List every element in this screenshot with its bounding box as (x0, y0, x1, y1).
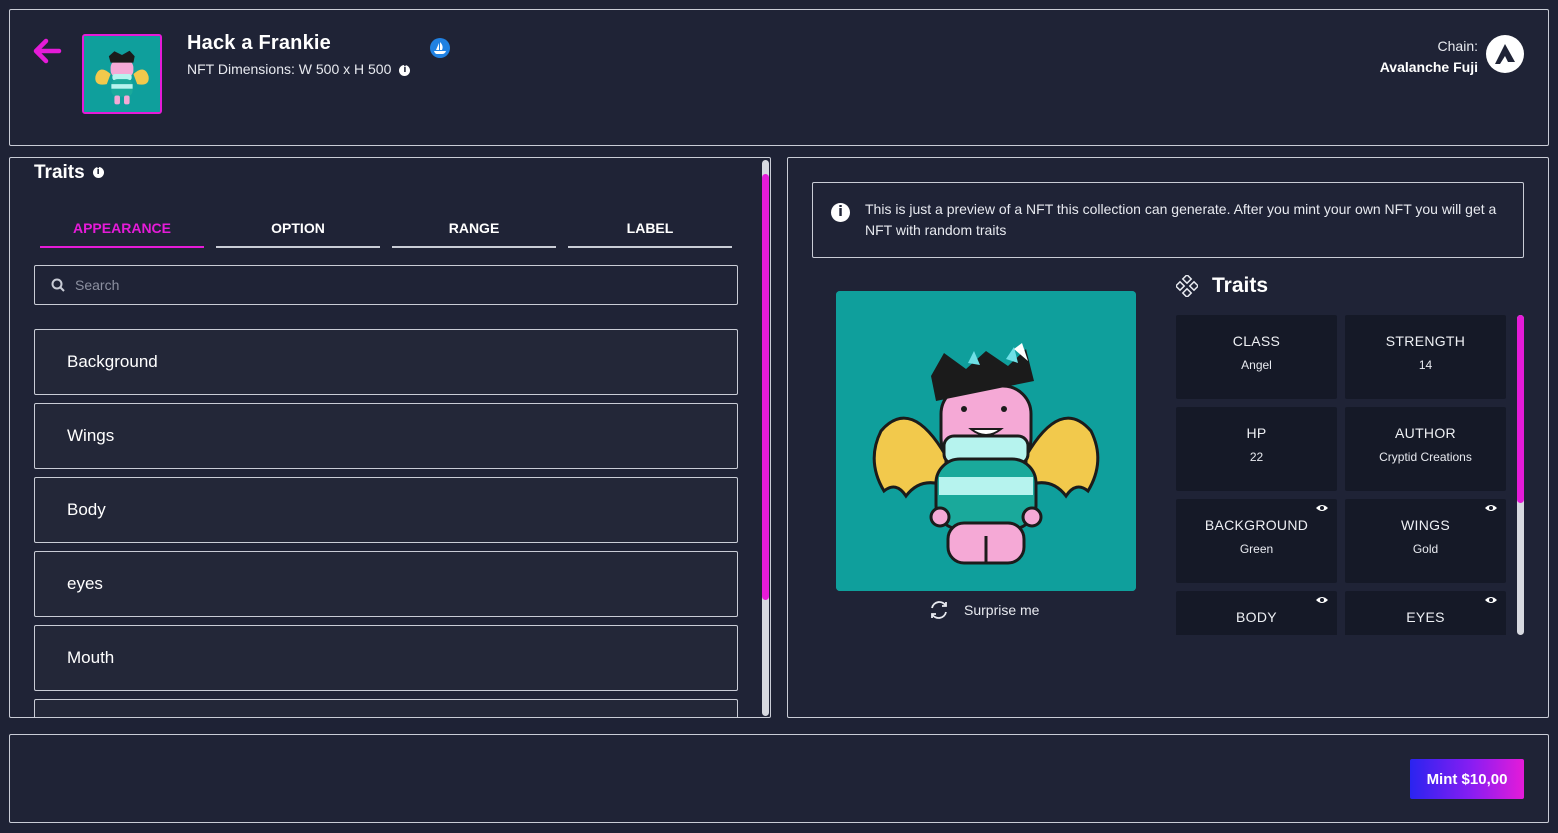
traits-section-title: Traits (1212, 274, 1269, 297)
trait-item-eyes[interactable]: eyes (34, 551, 738, 617)
tab-range[interactable]: RANGE (392, 216, 556, 248)
tab-appearance[interactable]: APPEARANCE (40, 216, 204, 248)
trait-tabs: APPEARANCE OPTION RANGE LABEL (40, 216, 732, 248)
traits-diamond-icon (1176, 275, 1198, 297)
trait-card-body: BODY (1176, 591, 1337, 635)
trait-item-partial[interactable] (34, 699, 738, 717)
opensea-icon[interactable] (430, 38, 450, 58)
trait-card-key: STRENGTH (1385, 333, 1466, 349)
nft-dimensions-text: NFT Dimensions: W 500 x H 500 (187, 61, 392, 77)
preview-notice: i This is just a preview of a NFT this c… (812, 182, 1524, 258)
trait-card-key: HP (1246, 425, 1267, 441)
preview-panel: i This is just a preview of a NFT this c… (787, 157, 1549, 718)
eye-icon[interactable] (1315, 595, 1329, 605)
trait-card-value: Angel (1241, 358, 1272, 372)
trait-card-value: Gold (1412, 542, 1439, 556)
refresh-icon (931, 601, 947, 619)
surprise-me-button[interactable]: Surprise me (928, 599, 1039, 621)
traits-editor-panel: Traitsi APPEARANCE OPTION RANGE LABEL Ba… (9, 157, 771, 718)
trait-card-key: BACKGROUND (1204, 517, 1309, 533)
info-icon[interactable]: i (399, 64, 411, 76)
surprise-me-label: Surprise me (964, 602, 1040, 618)
info-icon: i (831, 203, 850, 222)
scrollbar-thumb[interactable] (762, 174, 769, 600)
mint-button[interactable]: Mint $10,00 (1410, 759, 1524, 799)
nft-dimensions: NFT Dimensions: W 500 x H 500 i (187, 61, 411, 77)
trait-card-hp: HP 22 (1176, 407, 1337, 491)
trait-item-wings[interactable]: Wings (34, 403, 738, 469)
search-icon (51, 278, 65, 292)
eye-icon[interactable] (1484, 503, 1498, 513)
trait-card-key: CLASS (1232, 333, 1281, 349)
nft-preview-image (836, 291, 1136, 591)
trait-card-strength: STRENGTH 14 (1345, 315, 1506, 399)
traits-scrollbar-thumb[interactable] (1517, 315, 1524, 503)
header-panel: Hack a Frankie NFT Dimensions: W 500 x H… (9, 9, 1549, 146)
avalanche-icon (1486, 35, 1524, 73)
collection-title: Hack a Frankie (187, 32, 331, 54)
trait-card-key: WINGS (1401, 517, 1450, 533)
back-arrow-icon[interactable] (32, 36, 62, 66)
chain-label: Chain: (1437, 38, 1478, 54)
trait-card-eyes: EYES (1345, 591, 1506, 635)
trait-card-class: CLASS Angel (1176, 315, 1337, 399)
trait-card-value: Green (1239, 542, 1274, 556)
nft-thumbnail (82, 34, 162, 114)
trait-card-background: BACKGROUND Green (1176, 499, 1337, 583)
trait-card-key: AUTHOR (1395, 425, 1456, 441)
trait-card-value: 22 (1249, 450, 1264, 464)
trait-cards-grid: CLASS Angel STRENGTH 14 HP 22 AUTHOR Cry… (1176, 315, 1506, 635)
trait-card-key: BODY (1236, 609, 1277, 625)
traits-section-heading: Traits (1176, 274, 1268, 298)
tab-label[interactable]: LABEL (568, 216, 732, 248)
trait-item-body[interactable]: Body (34, 477, 738, 543)
trait-card-key: EYES (1406, 609, 1445, 625)
trait-card-wings: WINGS Gold (1345, 499, 1506, 583)
trait-item-mouth[interactable]: Mouth (34, 625, 738, 691)
search-box (34, 265, 738, 305)
traits-heading-text: Traits (34, 162, 85, 183)
search-input[interactable] (73, 276, 677, 294)
eye-icon[interactable] (1484, 595, 1498, 605)
trait-card-author: AUTHOR Cryptid Creations (1345, 407, 1506, 491)
trait-card-value: 14 (1418, 358, 1433, 372)
trait-card-value: Cryptid Creations (1379, 450, 1472, 464)
notice-text: This is just a preview of a NFT this col… (865, 201, 1497, 238)
trait-item-background[interactable]: Background (34, 329, 738, 395)
eye-icon[interactable] (1315, 503, 1329, 513)
trait-list: Background Wings Body eyes Mouth (34, 329, 738, 717)
tab-option[interactable]: OPTION (216, 216, 380, 248)
traits-heading: Traits i (34, 162, 104, 184)
chain-name: Avalanche Fuji (1379, 59, 1478, 75)
footer-panel: Mint $10,00 (9, 734, 1549, 823)
traits-info-icon[interactable]: i (92, 167, 104, 179)
trait-cards-container: CLASS Angel STRENGTH 14 HP 22 AUTHOR Cry… (1176, 315, 1506, 635)
